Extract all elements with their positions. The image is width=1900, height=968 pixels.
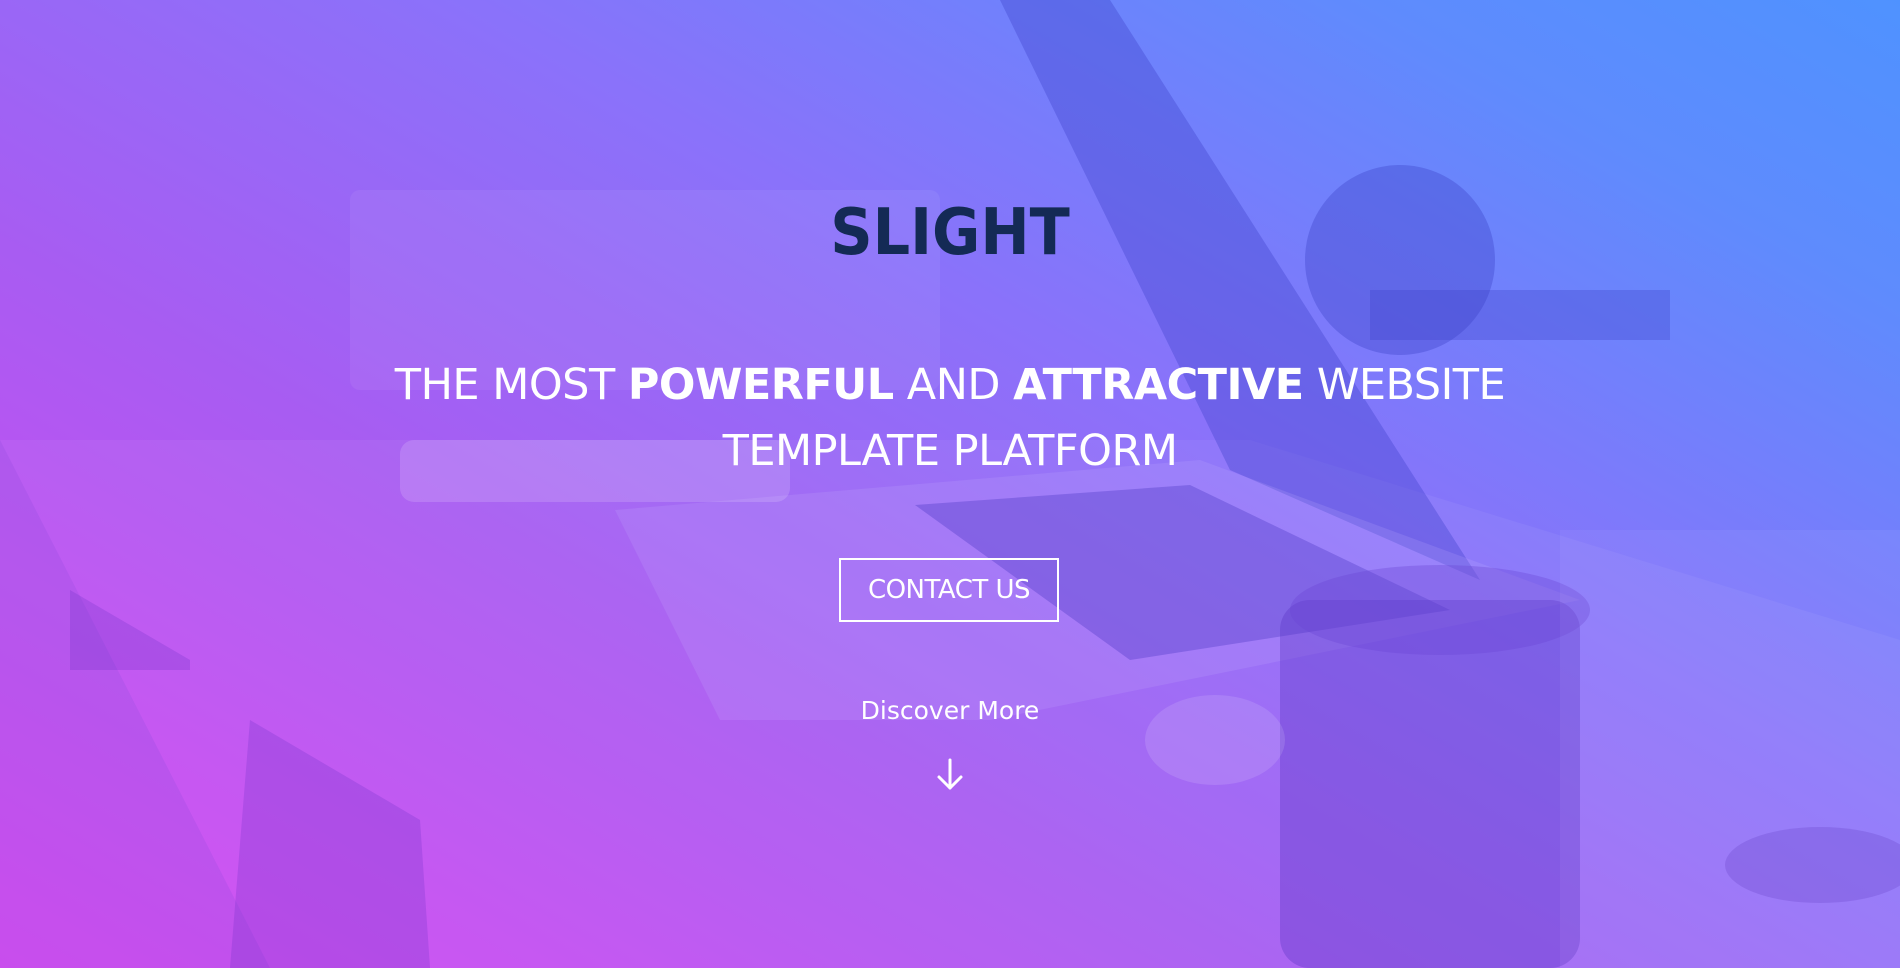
headline-part-1: THE MOST	[394, 360, 628, 410]
arrow-down-icon[interactable]	[936, 758, 964, 792]
brand-title: SLIGHT	[830, 196, 1070, 270]
headline-part-2: AND	[893, 360, 1014, 410]
headline-bold-2: ATTRACTIVE	[1013, 360, 1304, 410]
background-photo	[0, 0, 1900, 968]
discover-more-link[interactable]: Discover More	[0, 696, 1900, 725]
hero-headline: THE MOST POWERFUL AND ATTRACTIVE WEBSITE…	[300, 352, 1600, 484]
hero-section: SLIGHT THE MOST POWERFUL AND ATTRACTIVE …	[0, 0, 1900, 968]
contact-us-button[interactable]: CONTACT US	[839, 558, 1059, 622]
headline-bold-1: POWERFUL	[627, 360, 894, 410]
